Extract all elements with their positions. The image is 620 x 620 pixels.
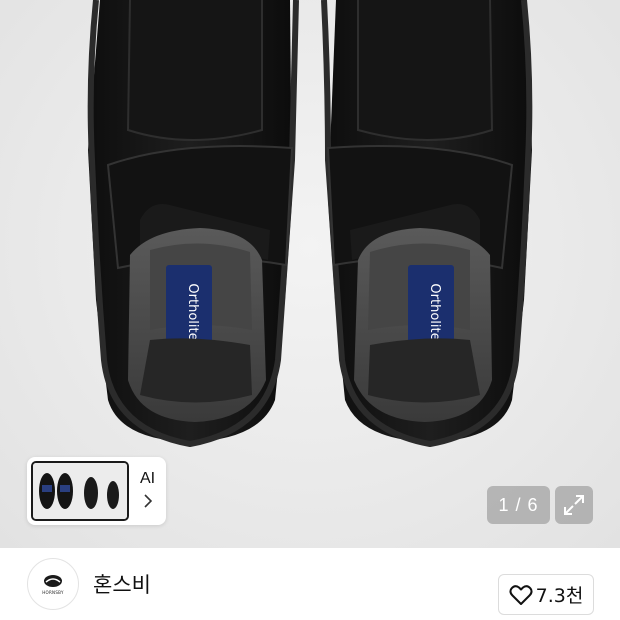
thumbnail-current[interactable] — [31, 461, 129, 521]
right-shoe: Ortholite — [321, 0, 533, 448]
product-image-viewer[interactable]: Ortholite Ortholite AI 1 / 6 — [0, 0, 620, 548]
expand-diagonal-arrows-icon — [564, 495, 584, 515]
insole-brand-right: Ortholite — [427, 283, 442, 340]
brand-logo-text: HORNSBY — [42, 590, 64, 595]
chevron-right-icon — [143, 494, 152, 512]
ai-label: AI — [139, 470, 156, 487]
brand-name[interactable]: 혼스비 — [93, 569, 151, 599]
brand-logo[interactable]: HORNSBY — [27, 558, 79, 610]
thumbnail-shoes-image — [33, 463, 127, 519]
left-shoe: Ortholite — [87, 0, 299, 448]
insole-brand-left: Ortholite — [185, 283, 200, 340]
ai-button[interactable]: AI — [129, 457, 166, 525]
brand-bar: HORNSBY 혼스비 7.3천 — [0, 548, 620, 620]
thumbnail-strip[interactable]: AI — [27, 457, 166, 525]
like-count: 7.3천 — [535, 585, 584, 607]
brand-logo-icon — [44, 575, 62, 587]
expand-button[interactable] — [555, 486, 593, 524]
like-button[interactable]: 7.3천 — [498, 574, 594, 615]
image-counter: 1 / 6 — [487, 486, 550, 524]
heart-outline-icon — [509, 584, 533, 605]
